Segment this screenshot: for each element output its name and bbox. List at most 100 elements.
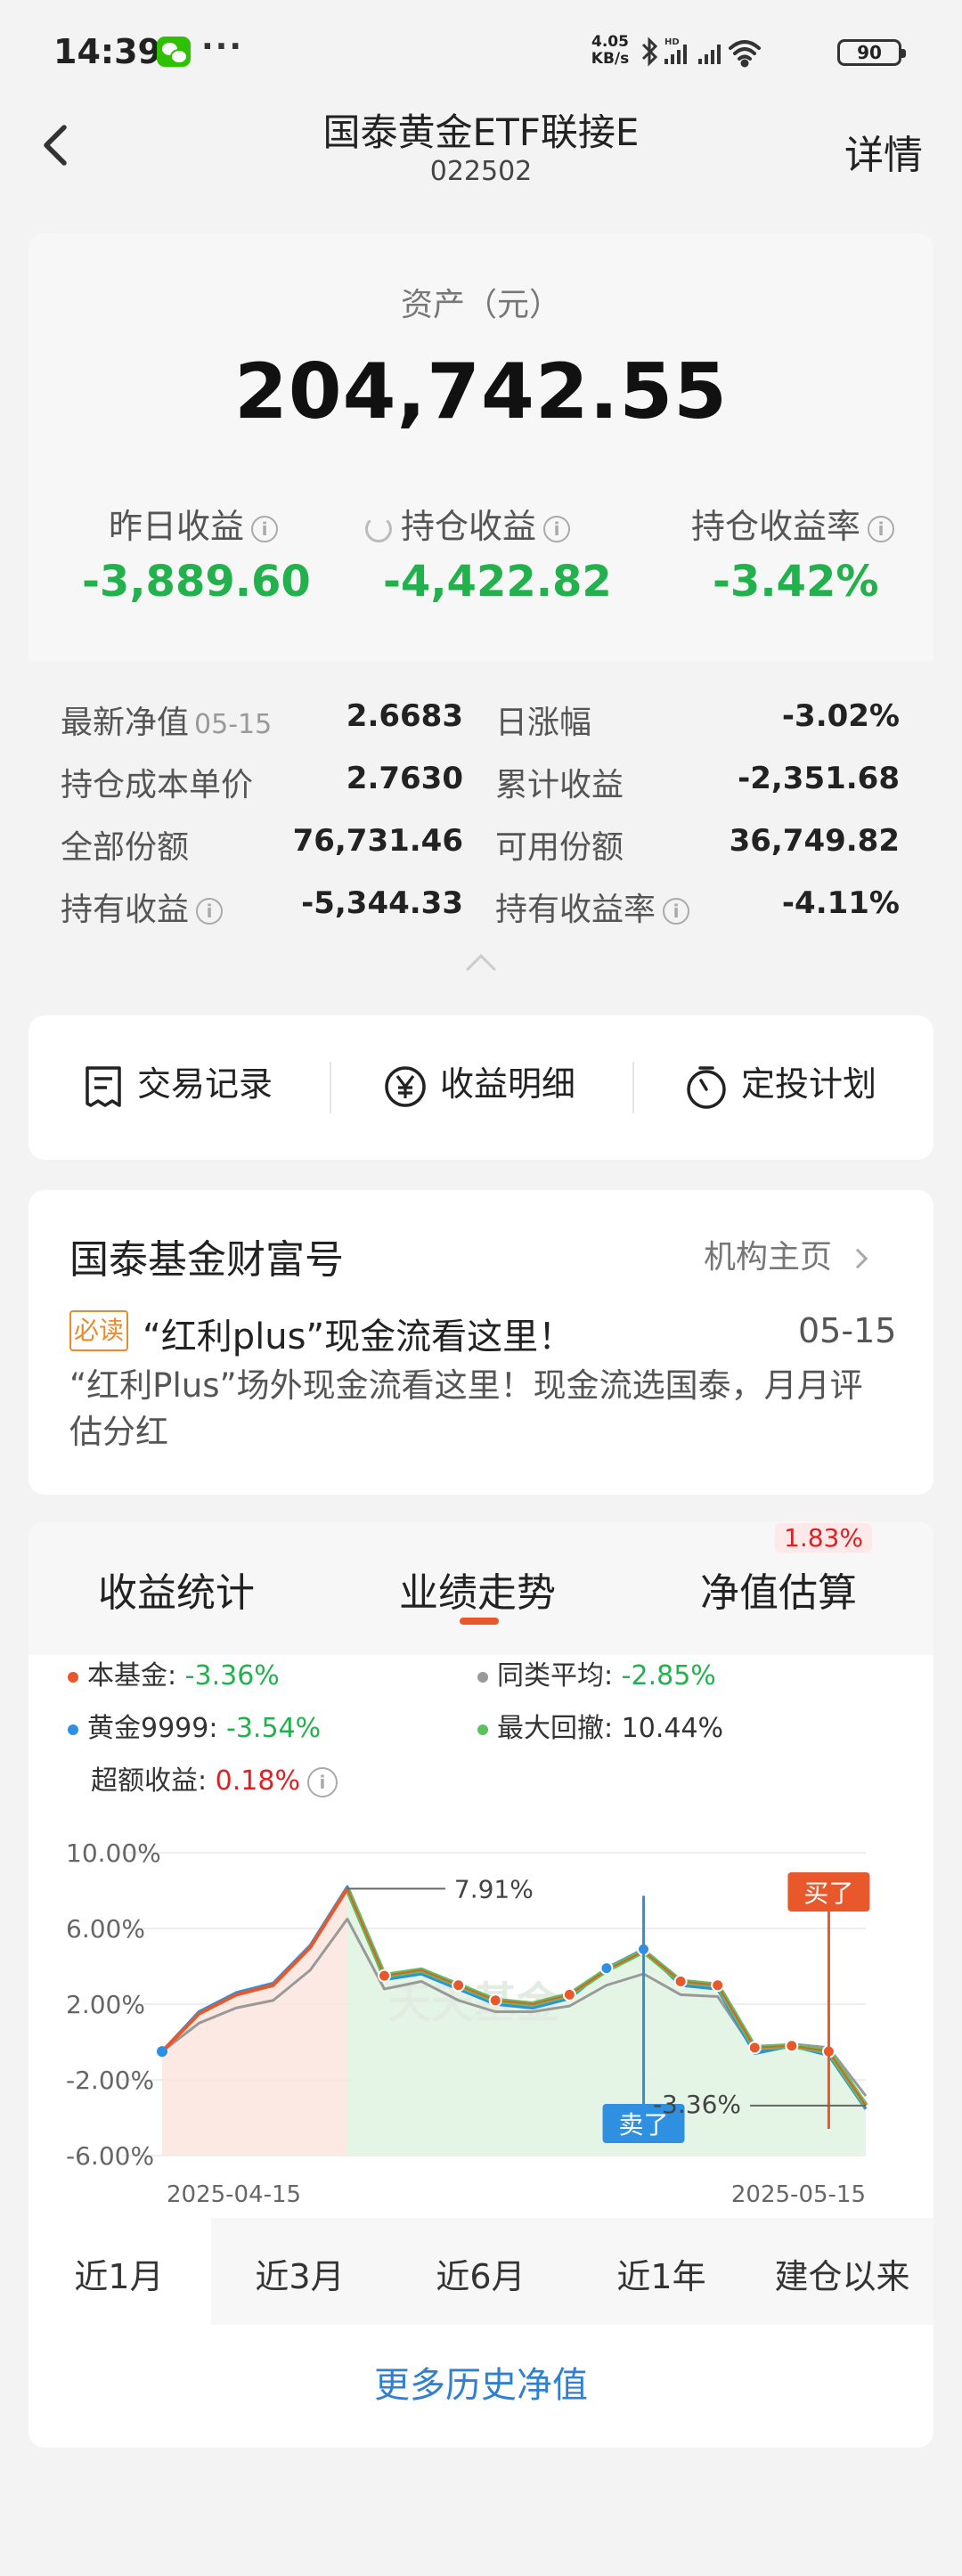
legend-excess: 超额收益: 0.18% i [91, 1758, 338, 1797]
signal-icon [698, 45, 721, 64]
action-label: 定投计划 [741, 1064, 877, 1104]
wealth-title: 国泰基金财富号 [69, 1237, 344, 1283]
info-icon[interactable]: i [543, 515, 571, 542]
timer-icon [687, 1065, 726, 1109]
info-icon[interactable]: i [306, 1766, 338, 1797]
link-label: 机构主页 [704, 1239, 833, 1276]
receipt-icon [86, 1065, 121, 1107]
y-tick-label: -6.00% [66, 2141, 154, 2171]
data-point [673, 1975, 688, 1988]
y-tick-label: 2.00% [66, 1990, 145, 2019]
legend-value: -3.54% [226, 1713, 322, 1744]
data-point [488, 1993, 502, 2008]
gold-dot-icon [68, 1724, 78, 1735]
holding-rate-value: -3.42% [713, 557, 879, 607]
metric-label: 持仓收益率 [691, 507, 861, 546]
legend-label: 同类平均: [497, 1660, 622, 1692]
net-speed-value: 4.05 [591, 33, 629, 51]
asset-value: 204,742.55 [233, 347, 729, 436]
latest-nav-value: 2.6683 [346, 698, 463, 734]
active-tab-indicator [460, 1618, 499, 1625]
peer-dot-icon [477, 1671, 488, 1683]
row-label: 持有收益率 [495, 892, 656, 928]
institution-home-link[interactable]: 机构主页 [704, 1231, 868, 1277]
legend-label: 超额收益: [91, 1765, 216, 1797]
fund-dot-icon [68, 1671, 78, 1683]
cost-price-value: 2.7630 [346, 761, 463, 796]
chevron-right-icon [848, 1248, 868, 1269]
y-tick-label: 6.00% [66, 1914, 145, 1944]
tab-income-stats[interactable]: 收益统计 [98, 1561, 255, 1618]
daily-change-value: -3.02% [781, 698, 900, 734]
nav-date: 05-15 [194, 709, 273, 740]
hold-income-value: -5,344.33 [301, 885, 463, 921]
estimate-badge: 1.83% [775, 1523, 872, 1553]
holding-rate-label: 持仓收益率 i [691, 499, 895, 548]
range-since-inception[interactable]: 建仓以来 [752, 2249, 933, 2298]
row-label: 最新净值 [61, 705, 190, 741]
daily-change-label: 日涨幅 [495, 705, 592, 741]
range-6m[interactable]: 近6月 [390, 2249, 571, 2298]
asset-label: 资产（元） [400, 287, 561, 323]
fund-code: 022502 [429, 156, 533, 187]
legend-value: 0.18% [215, 1765, 300, 1797]
legend-label: 黄金9999: [87, 1713, 226, 1744]
auto-invest-button[interactable]: 定投计划 [684, 1056, 876, 1119]
data-point [747, 2041, 762, 2055]
data-point [785, 2039, 799, 2053]
wechat-icon [157, 37, 191, 67]
y-tick-label: 10.00% [66, 1838, 161, 1868]
action-label: 交易记录 [137, 1064, 273, 1104]
legend-label: 最大回撤: [497, 1713, 622, 1744]
tab-performance[interactable]: 业绩走势 [399, 1561, 556, 1618]
hold-rate-value: -4.11% [781, 885, 900, 921]
end-value-label: -3.36% [653, 2090, 741, 2119]
divider [632, 1062, 634, 1113]
holding-income-value: -4,422.82 [383, 557, 612, 607]
article-summary[interactable]: “红利Plus”场外现金流看这里！现金流选国泰，月月评估分红 [69, 1363, 871, 1455]
info-icon[interactable]: i [251, 515, 279, 542]
holding-income-label: 持仓收益 i [365, 499, 571, 548]
data-point [452, 1978, 466, 1993]
more-history-link[interactable]: 更多历史净值 [29, 2356, 933, 2408]
status-time: 14:39 [53, 32, 161, 71]
fund-title: 国泰黄金ETF联接E [322, 110, 640, 154]
total-shares-label: 全部份额 [61, 829, 190, 866]
tab-nav-estimate[interactable]: 净值估算 [700, 1561, 857, 1618]
y-tick-label: -2.00% [66, 2066, 154, 2095]
legend-label: 本基金: [87, 1660, 185, 1692]
trade-records-button[interactable]: 交易记录 [82, 1056, 273, 1119]
drawdown-dot-icon [477, 1724, 488, 1735]
income-details-button[interactable]: 收益明细 [383, 1056, 575, 1119]
x-tick-label: 2025-04-15 [167, 2181, 301, 2208]
x-tick-label: 2025-05-15 [731, 2181, 866, 2208]
cost-price-label: 持仓成本单价 [61, 767, 254, 803]
row-label: 持有收益 [61, 892, 190, 928]
legend-drawdown: 最大回撤: 10.44% [477, 1706, 723, 1745]
yesterday-income-label: 昨日收益 i [109, 499, 279, 548]
net-speed: 4.05 KB/s [586, 34, 634, 68]
info-icon[interactable]: i [663, 898, 690, 925]
available-shares-label: 可用份额 [495, 829, 624, 866]
article-date: 05-15 [798, 1311, 897, 1350]
data-point [711, 1978, 725, 1993]
legend-fund: 本基金: -3.36% [68, 1653, 280, 1692]
performance-chart[interactable]: 10.00% 6.00% 2.00% -2.00% -6.00% 2025-04-15 20… [29, 1826, 933, 2209]
range-1y[interactable]: 近1年 [571, 2249, 752, 2298]
info-icon[interactable]: i [196, 898, 224, 925]
legend-value: -3.36% [184, 1660, 280, 1692]
buy-label: 买了 [803, 1879, 853, 1908]
data-point [562, 1987, 576, 2001]
data-point [157, 2046, 167, 2058]
data-point [377, 1969, 391, 1983]
total-shares-value: 76,731.46 [292, 823, 463, 859]
refresh-icon[interactable] [365, 515, 392, 542]
info-icon[interactable]: i [868, 515, 895, 542]
detail-button[interactable]: 详情 [844, 123, 923, 180]
article-headline[interactable]: “红利plus”现金流看这里！ [143, 1308, 574, 1359]
range-3m[interactable]: 近3月 [209, 2249, 390, 2298]
data-point [599, 1961, 614, 1976]
range-1m[interactable]: 近1月 [29, 2249, 209, 2298]
hd-signal-icon: HD [664, 37, 687, 64]
legend-value: -2.85% [621, 1660, 716, 1692]
